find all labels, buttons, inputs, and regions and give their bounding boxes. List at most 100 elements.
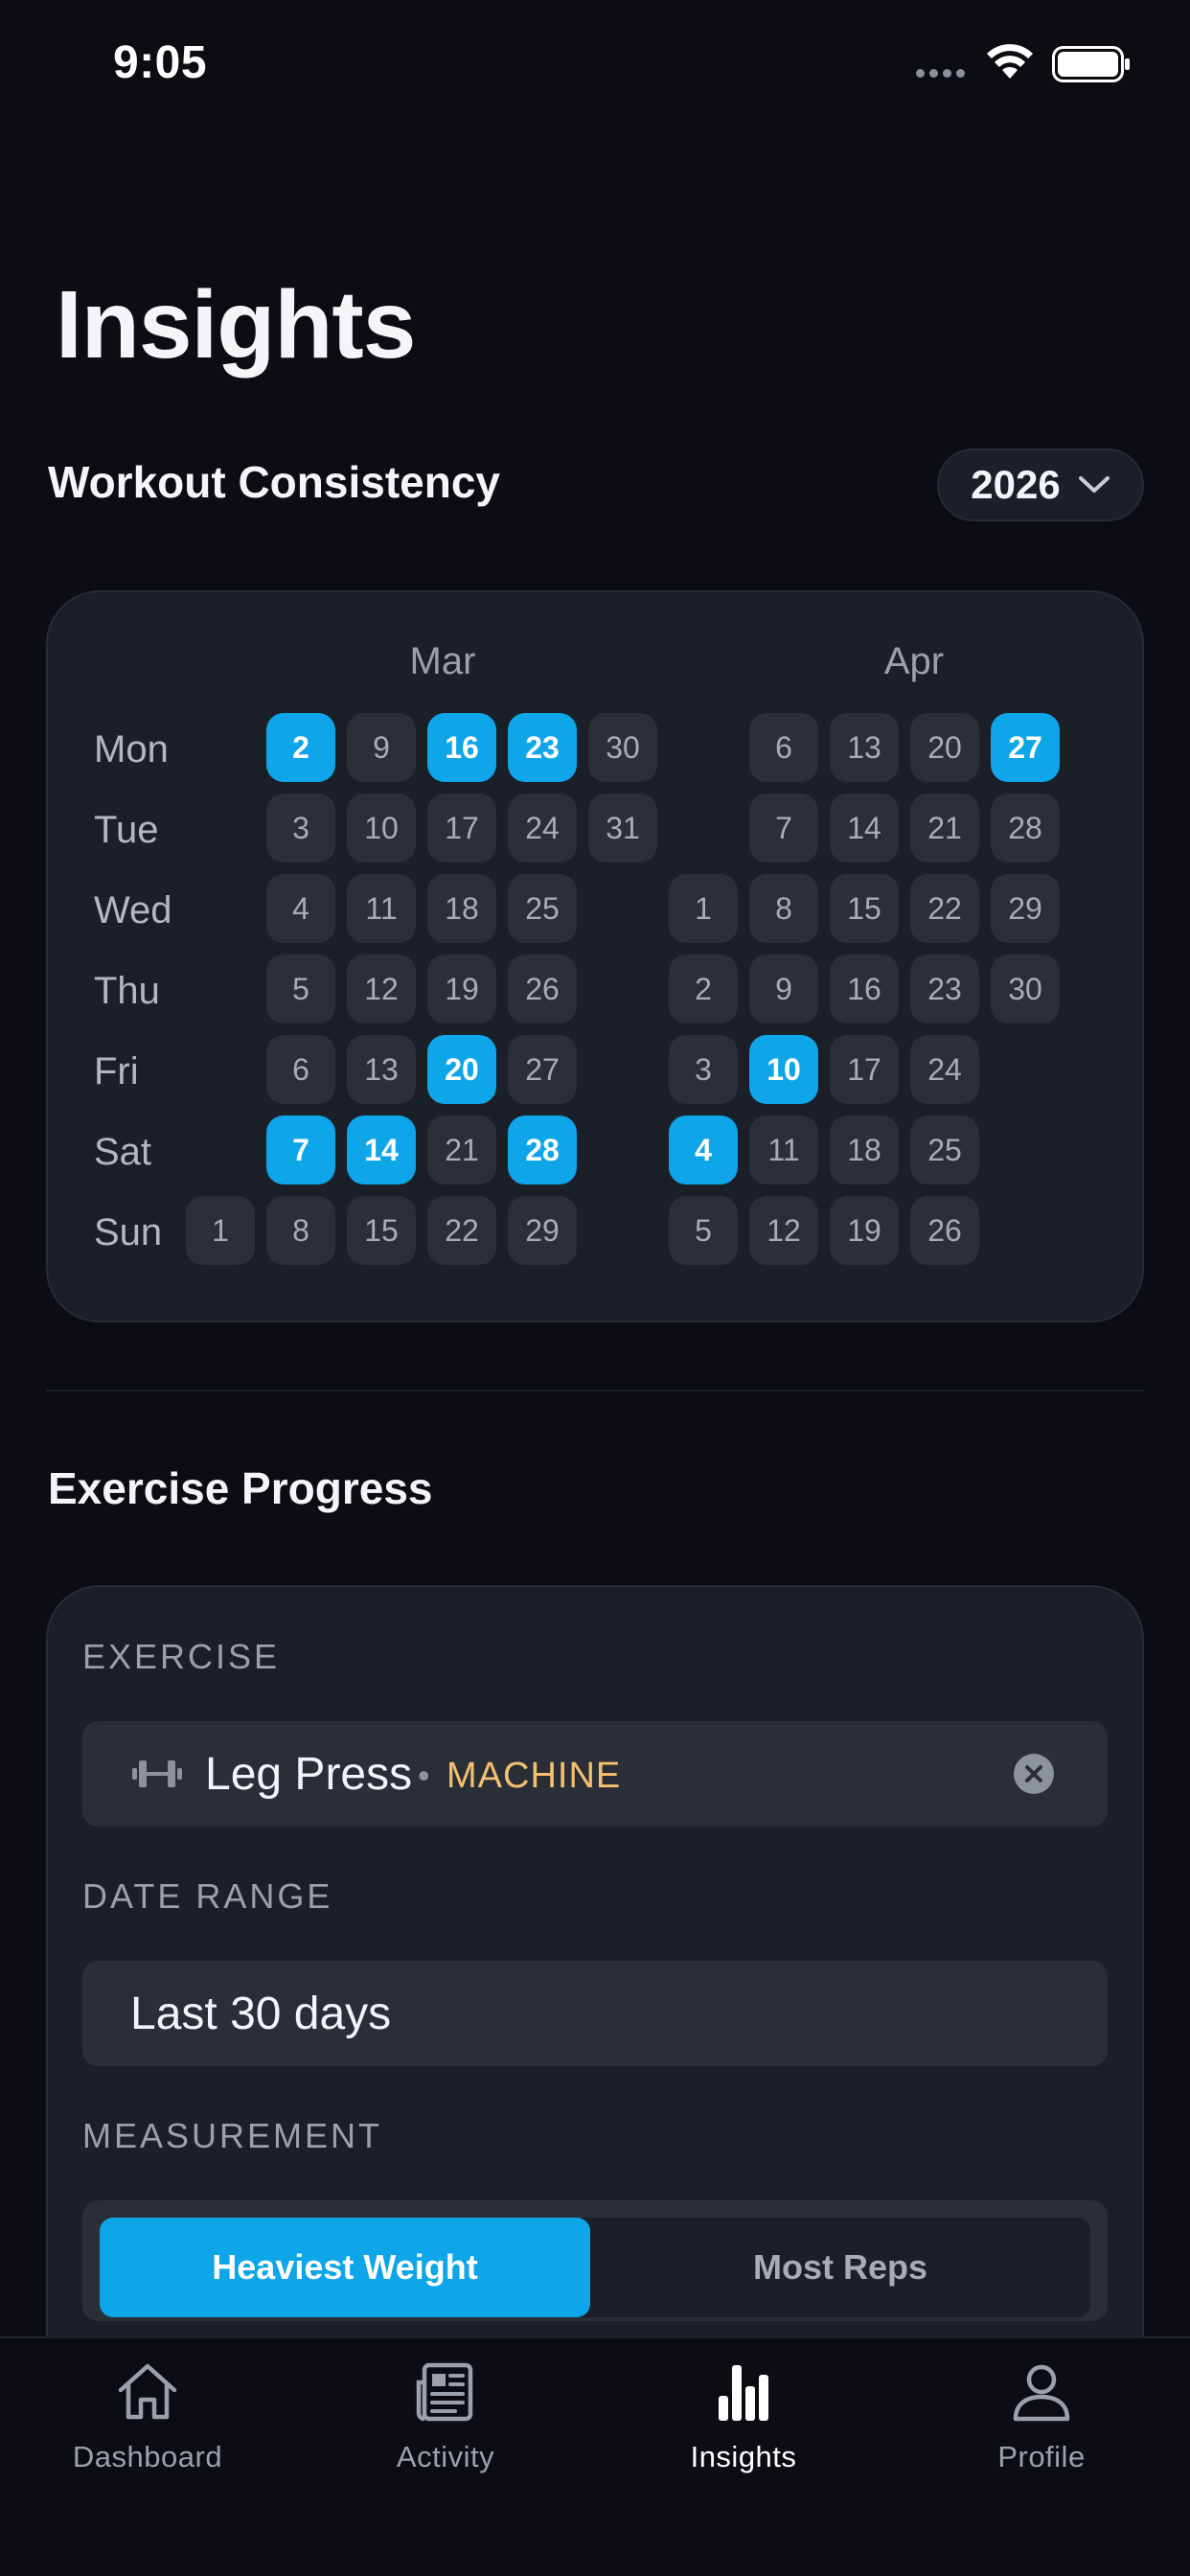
exercise-progress-title: Exercise Progress [48,1463,433,1513]
calendar-day-cell[interactable]: 23 [508,713,577,782]
calendar-day-cell[interactable]: 11 [347,874,416,943]
clear-icon[interactable] [1012,1752,1056,1796]
weekday-label: Sat [94,1131,152,1173]
calendar-day-cell[interactable]: 18 [830,1116,899,1184]
status-bar: 9:05 [0,0,1190,134]
calendar-day-cell[interactable]: 24 [910,1035,979,1104]
insights-screen: 9:05 Insights Workout Consistency 2026 M… [0,0,1190,2576]
weekday-label: Wed [94,889,172,932]
date-range-value: Last 30 days [130,1989,392,2039]
measurement-label: MEASUREMENT [82,2116,383,2155]
calendar-day-cell[interactable]: 12 [347,954,416,1024]
calendar-day-cell[interactable]: 20 [910,713,979,782]
workout-consistency-title: Workout Consistency [48,457,500,507]
calendar-day-cell[interactable]: 18 [427,874,496,943]
calendar-day-cell[interactable]: 7 [749,794,818,862]
tab-dashboard[interactable]: Dashboard [33,2358,263,2501]
year-selector[interactable]: 2026 [937,448,1144,521]
calendar-day-cell[interactable]: 11 [749,1116,818,1184]
calendar-day-cell[interactable]: 29 [991,874,1060,943]
page-title: Insights [56,271,416,379]
calendar-day-cell[interactable]: 17 [427,794,496,862]
date-range-picker[interactable]: Last 30 days [82,1961,1108,2066]
calendar-day-cell[interactable]: 14 [347,1116,416,1184]
calendar-day-cell[interactable]: 21 [427,1116,496,1184]
calendar-day-cell[interactable]: 25 [508,874,577,943]
calendar-day-cell[interactable]: 9 [749,954,818,1024]
calendar-day-cell[interactable]: 15 [830,874,899,943]
calendar-day-cell[interactable]: 28 [991,794,1060,862]
calendar-day-cell[interactable]: 1 [186,1196,255,1265]
calendar-day-cell[interactable]: 15 [347,1196,416,1265]
calendar-day-cell[interactable]: 30 [588,713,657,782]
segment-most-reps[interactable]: Most Reps [590,2218,1090,2317]
calendar-day-cell[interactable]: 19 [427,954,496,1024]
calendar-day-cell[interactable]: 27 [991,713,1060,782]
weekday-label: Fri [94,1050,139,1092]
date-range-label: DATE RANGE [82,1876,333,1916]
calendar-day-cell[interactable]: 3 [669,1035,738,1104]
tab-profile[interactable]: Profile [927,2358,1156,2501]
calendar-day-cell[interactable]: 10 [347,794,416,862]
calendar-day-cell[interactable]: 4 [266,874,335,943]
calendar-day-cell[interactable]: 28 [508,1116,577,1184]
calendar-day-cell[interactable]: 16 [830,954,899,1024]
calendar-day-cell[interactable]: 31 [588,794,657,862]
calendar-day-cell[interactable]: 21 [910,794,979,862]
calendar-day-cell[interactable]: 1 [669,874,738,943]
battery-icon [1052,46,1130,82]
calendar-day-cell[interactable]: 6 [266,1035,335,1104]
calendar-day-cell[interactable]: 9 [347,713,416,782]
person-icon [1013,2364,1070,2422]
year-value: 2026 [971,462,1061,507]
calendar-day-cell[interactable]: 14 [830,794,899,862]
calendar-day-cell[interactable]: 19 [830,1196,899,1265]
calendar-day-cell[interactable]: 12 [749,1196,818,1265]
month-label: Mar [409,640,476,682]
calendar-day-cell[interactable]: 4 [669,1116,738,1184]
month-label: Apr [883,640,945,682]
calendar-day-cell[interactable]: 22 [910,874,979,943]
calendar-day-cell[interactable]: 26 [910,1196,979,1265]
calendar-day-cell[interactable]: 2 [266,713,335,782]
exercise-name: Leg Press [205,1749,413,1800]
calendar-day-cell[interactable]: 26 [508,954,577,1024]
status-time: 9:05 [113,37,208,88]
calendar-day-cell[interactable]: 5 [266,954,335,1024]
tab-label: Activity [396,2440,495,2473]
weekday-label: Thu [94,970,160,1012]
calendar-day-cell[interactable]: 17 [830,1035,899,1104]
calendar-day-cell[interactable]: 20 [427,1035,496,1104]
calendar-day-cell[interactable]: 25 [910,1116,979,1184]
calendar-day-cell[interactable]: 8 [266,1196,335,1265]
calendar-day-cell[interactable]: 29 [508,1196,577,1265]
calendar-day-cell[interactable]: 27 [508,1035,577,1104]
exercise-type-badge: MACHINE [446,1756,622,1796]
calendar-day-cell[interactable]: 13 [830,713,899,782]
calendar-day-cell[interactable]: 13 [347,1035,416,1104]
calendar-day-cell[interactable]: 24 [508,794,577,862]
exercise-label: EXERCISE [82,1637,281,1676]
calendar-day-cell[interactable]: 2 [669,954,738,1024]
chevron-down-icon [1078,476,1110,493]
calendar-day-cell[interactable]: 16 [427,713,496,782]
calendar-day-cell[interactable]: 10 [749,1035,818,1104]
weekday-label: Tue [94,809,159,851]
tab-activity[interactable]: Activity [331,2358,561,2501]
tab-label: Profile [997,2440,1086,2473]
tab-insights[interactable]: Insights [629,2358,858,2501]
calendar-day-cell[interactable]: 30 [991,954,1060,1024]
calendar-day-cell[interactable]: 3 [266,794,335,862]
exercise-picker[interactable]: Leg Press • MACHINE [82,1721,1108,1827]
cellular-signal-icon [916,69,965,78]
calendar-day-cell[interactable]: 22 [427,1196,496,1265]
calendar-day-cell[interactable]: 7 [266,1116,335,1184]
calendar-day-cell[interactable]: 23 [910,954,979,1024]
tab-label: Dashboard [72,2440,223,2473]
section-divider [46,1390,1144,1392]
segment-heaviest-weight[interactable]: Heaviest Weight [100,2218,590,2317]
calendar-day-cell[interactable]: 8 [749,874,818,943]
weekday-label: Mon [94,728,169,770]
calendar-day-cell[interactable]: 5 [669,1196,738,1265]
calendar-day-cell[interactable]: 6 [749,713,818,782]
